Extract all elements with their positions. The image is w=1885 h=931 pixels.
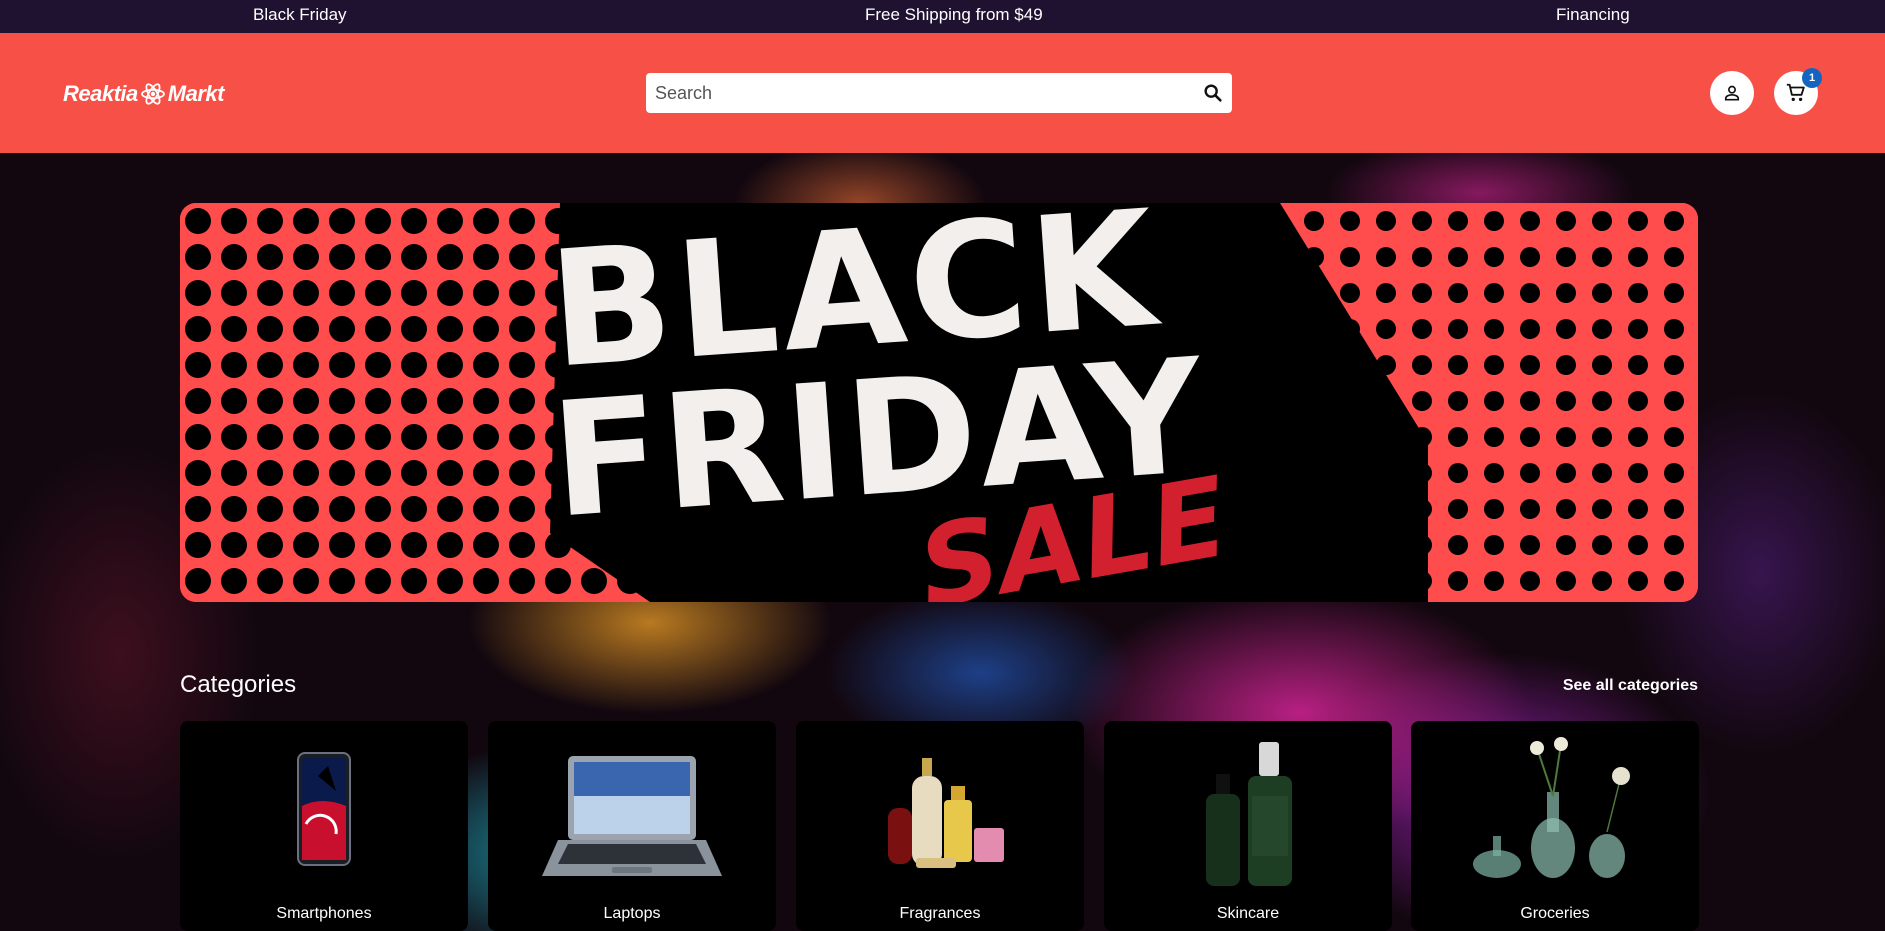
hero-banner-black-friday[interactable]: BLACK FRIDAY SALE [180,203,1698,602]
categories-heading: Categories [180,671,297,698]
topbar-link-financing[interactable]: Financing [1556,5,1630,25]
announcement-bar: Black Friday Free Shipping from $49 Fina… [0,0,1885,33]
shopping-cart-icon [1786,83,1805,102]
logo-text-left: Reaktia [63,81,138,106]
flower-vases-image [1473,737,1630,878]
site-header: Reaktia Markt 1 [0,33,1885,153]
category-label: Fragrances [899,905,981,922]
category-card-fragrances[interactable]: Fragrances [796,721,1084,931]
category-label: Skincare [1216,905,1280,922]
category-label: Smartphones [276,905,372,922]
category-card-smartphones[interactable]: Smartphones [180,721,468,931]
skincare-bottles-image [1206,742,1292,886]
cart-count-badge: 1 [1802,68,1822,88]
laptop-image [542,756,722,876]
perfume-bottles-image [888,758,1004,868]
search-input[interactable] [655,75,1175,111]
user-icon [1724,85,1740,101]
account-button[interactable] [1710,71,1754,115]
category-label: Groceries [1520,905,1590,922]
site-logo[interactable]: Reaktia Markt [63,79,224,109]
smartphone-image [297,752,351,866]
search-bar [646,73,1232,113]
category-card-laptops[interactable]: Laptops [488,721,776,931]
search-icon[interactable] [1202,82,1224,104]
logo-text-right: Markt [167,81,225,106]
atom-icon [140,83,165,105]
see-all-categories-link[interactable]: See all categories [1563,677,1698,695]
categories-grid: Smartphones Laptops Fragrances Skincare [180,721,1699,931]
category-label: Laptops [603,905,661,922]
topbar-link-black-friday[interactable]: Black Friday [253,5,347,25]
topbar-link-free-shipping[interactable]: Free Shipping from $49 [865,5,1043,25]
category-card-groceries[interactable]: Groceries [1411,721,1699,931]
category-card-skincare[interactable]: Skincare [1104,721,1392,931]
